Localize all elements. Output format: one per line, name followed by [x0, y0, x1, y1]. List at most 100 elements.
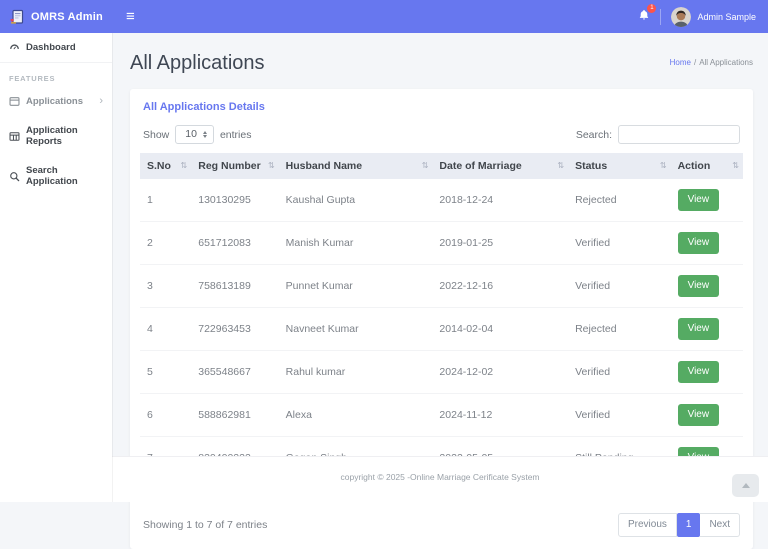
- view-button[interactable]: View: [678, 232, 720, 254]
- column-header-date-of-marriage[interactable]: Date of Marriage⇅: [432, 153, 568, 179]
- column-header-action[interactable]: Action⇅: [671, 153, 743, 179]
- table-row: 1 130130295 Kaushal Gupta 2018-12-24 Rej…: [140, 179, 743, 222]
- cell-sno: 3: [140, 265, 191, 308]
- cell-action: View: [671, 308, 743, 351]
- column-label: Husband Name: [286, 160, 362, 172]
- scroll-to-top-button[interactable]: [732, 474, 759, 497]
- column-header-sno[interactable]: S.No⇅: [140, 153, 191, 179]
- table-row: 5 365548667 Rahul kumar 2024-12-02 Verif…: [140, 351, 743, 394]
- cell-action: View: [671, 265, 743, 308]
- table-bottom: Showing 1 to 7 of 7 entries Previous 1 N…: [130, 509, 753, 549]
- sidebar-item-search-application[interactable]: Search Application: [0, 156, 112, 196]
- breadcrumb: Home/All Applications: [670, 58, 753, 67]
- column-header-husband-name[interactable]: Husband Name ⇅: [279, 153, 433, 179]
- table-row: 4 722963453 Navneet Kumar 2014-02-04 Rej…: [140, 308, 743, 351]
- cell-husband-name: Rahul kumar: [279, 351, 433, 394]
- view-button[interactable]: View: [678, 361, 720, 383]
- column-label: Reg Number: [198, 160, 260, 172]
- sidebar-item-label: Search Application: [26, 165, 103, 187]
- cell-action: View: [671, 222, 743, 265]
- cell-status: Verified: [568, 351, 671, 394]
- cell-status: Rejected: [568, 308, 671, 351]
- pagination-previous-button[interactable]: Previous: [618, 513, 677, 537]
- search-icon: [9, 171, 20, 182]
- sort-icon: ⇅: [660, 161, 667, 170]
- cell-sno: 4: [140, 308, 191, 351]
- cell-action: View: [671, 179, 743, 222]
- reports-table-icon: [9, 131, 20, 142]
- brand[interactable]: OMRS Admin: [0, 9, 112, 25]
- pagination-page-1-button[interactable]: 1: [677, 513, 701, 537]
- sort-icon: ⇅: [732, 161, 739, 170]
- cell-date-of-marriage: 2019-01-25: [432, 222, 568, 265]
- sidebar-section-label: FEATURES: [0, 63, 112, 87]
- view-button[interactable]: View: [678, 275, 720, 297]
- search-box: Search:: [576, 125, 740, 144]
- arrow-up-icon: [742, 483, 750, 488]
- entries-select[interactable]: 10: [175, 125, 214, 144]
- sidebar-item-application-reports[interactable]: Application Reports: [0, 116, 112, 156]
- brand-name: OMRS Admin: [31, 11, 103, 23]
- topbar: OMRS Admin ≡ 1: [0, 0, 768, 33]
- breadcrumb-home-link[interactable]: Home: [670, 58, 691, 67]
- cell-date-of-marriage: 2024-11-12: [432, 394, 568, 437]
- notifications-button[interactable]: 1: [638, 8, 650, 26]
- main-content: All Applications Home/All Applications A…: [112, 33, 768, 502]
- sidebar-item-label: Applications: [26, 96, 83, 107]
- view-button[interactable]: View: [678, 189, 720, 211]
- copyright-text: copyright © 2025 -Online Marriage Cerifi…: [112, 457, 768, 482]
- cell-date-of-marriage: 2018-12-24: [432, 179, 568, 222]
- cell-husband-name: Punnet Kumar: [279, 265, 433, 308]
- table-row: 6 588862981 Alexa 2024-11-12 Verified Vi…: [140, 394, 743, 437]
- cell-sno: 5: [140, 351, 191, 394]
- page-header: All Applications Home/All Applications: [130, 48, 753, 75]
- column-label: Date of Marriage: [439, 160, 521, 172]
- cell-sno: 6: [140, 394, 191, 437]
- cell-husband-name: Kaushal Gupta: [279, 179, 433, 222]
- sidebar-item-label: Dashboard: [26, 42, 76, 53]
- view-button[interactable]: View: [678, 318, 720, 340]
- hamburger-icon[interactable]: ≡: [126, 9, 135, 24]
- cell-status: Verified: [568, 265, 671, 308]
- sort-icon: ⇅: [268, 161, 275, 170]
- cell-reg-number: 651712083: [191, 222, 278, 265]
- cell-date-of-marriage: 2022-12-16: [432, 265, 568, 308]
- cell-action: View: [671, 351, 743, 394]
- sidebar-item-label: Application Reports: [26, 125, 103, 147]
- entries-value: 10: [185, 128, 197, 140]
- cell-husband-name: Alexa: [279, 394, 433, 437]
- cell-sno: 2: [140, 222, 191, 265]
- table-controls: Show 10 entries Search:: [130, 116, 753, 153]
- sort-icon: ⇅: [422, 161, 429, 170]
- cell-sno: 1: [140, 179, 191, 222]
- column-header-status[interactable]: Status⇅: [568, 153, 671, 179]
- cell-reg-number: 365548667: [191, 351, 278, 394]
- cell-date-of-marriage: 2024-12-02: [432, 351, 568, 394]
- search-label: Search:: [576, 129, 612, 141]
- cell-husband-name: Manish Kumar: [279, 222, 433, 265]
- cell-status: Verified: [568, 394, 671, 437]
- view-button[interactable]: View: [678, 404, 720, 426]
- cell-husband-name: Navneet Kumar: [279, 308, 433, 351]
- sidebar-item-applications[interactable]: Applications ›: [0, 87, 112, 116]
- cell-status: Rejected: [568, 179, 671, 222]
- cell-status: Verified: [568, 222, 671, 265]
- show-label: Show: [143, 129, 169, 141]
- topbar-divider: [660, 9, 661, 25]
- cell-date-of-marriage: 2014-02-04: [432, 308, 568, 351]
- column-header-reg-number[interactable]: Reg Number ⇅: [191, 153, 278, 179]
- search-input[interactable]: [618, 125, 740, 144]
- pagination-next-button[interactable]: Next: [700, 513, 740, 537]
- sidebar-item-dashboard[interactable]: Dashboard: [0, 33, 112, 62]
- app-logo-icon: [9, 9, 25, 25]
- breadcrumb-current: All Applications: [699, 58, 753, 67]
- page-footer: copyright © 2025 -Online Marriage Cerifi…: [112, 456, 768, 502]
- table-row: 3 758613189 Punnet Kumar 2022-12-16 Veri…: [140, 265, 743, 308]
- table-info: Showing 1 to 7 of 7 entries: [143, 519, 267, 531]
- topbar-right: 1 Admin Sample: [638, 7, 768, 27]
- cell-reg-number: 722963453: [191, 308, 278, 351]
- breadcrumb-separator: /: [694, 58, 696, 67]
- applications-icon: [9, 96, 20, 107]
- user-menu[interactable]: Admin Sample: [671, 7, 756, 27]
- cell-action: View: [671, 394, 743, 437]
